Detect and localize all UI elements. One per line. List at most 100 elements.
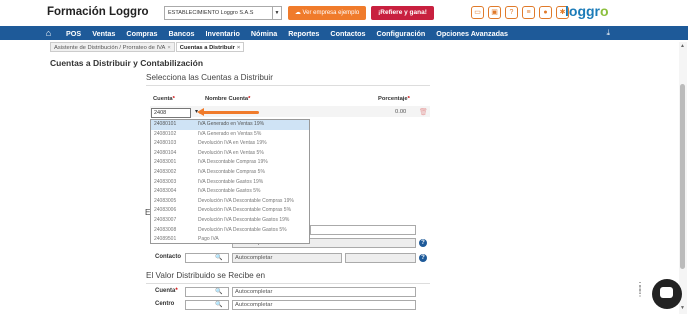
option-code: 24083005 [154, 197, 177, 204]
option-code: 24080101 [154, 121, 177, 127]
chat-icon[interactable]: ▭ [471, 6, 484, 19]
nav-item-inventario[interactable]: Inventario [206, 29, 240, 38]
option-name: Devolución IVA Descontable Gastos 19% [198, 216, 290, 223]
nav-item-pos[interactable]: POS [66, 29, 81, 38]
nav-item-ventas[interactable]: Ventas [92, 29, 115, 38]
column-header-cuenta: Cuenta* [153, 96, 175, 102]
centro-autocomplete-field[interactable]: Autocompletar [232, 300, 416, 310]
help-icon[interactable]: ? [419, 254, 427, 262]
list-item[interactable]: 24083007 Devolución IVA Descontable Gasto… [151, 216, 309, 226]
nav-item-configuracion[interactable]: Configuración [377, 29, 426, 38]
nav-item-compras[interactable]: Compras [126, 29, 157, 38]
search-icon[interactable]: 🔍 [215, 301, 222, 308]
option-name: IVA Descontable Compras 19% [198, 159, 268, 166]
option-code: 24083007 [154, 216, 177, 223]
nav-item-nomina[interactable]: Nómina [251, 29, 277, 38]
close-icon[interactable]: × [167, 45, 170, 51]
home-icon[interactable]: ⌂ [42, 28, 55, 38]
image-icon[interactable]: ▣ [488, 6, 501, 19]
example-company-button-label: Ver empresa ejemplo [302, 10, 360, 16]
option-name: Pago IVA [198, 236, 219, 243]
section-title-select-accounts: Selecciona las Cuentas a Distribuir [146, 73, 273, 82]
app-title: Formación Loggro [47, 6, 149, 18]
clipboard-icon[interactable]: ≡ [522, 6, 535, 19]
help-icon[interactable]: ? [505, 6, 518, 19]
list-item[interactable]: 24080101 IVA Generado en Ventas 19% [151, 120, 309, 130]
option-code: 24083004 [154, 188, 177, 195]
search-icon[interactable]: 🔍 [215, 288, 222, 295]
annotation-arrow [199, 111, 259, 114]
user-icon[interactable]: ● [539, 6, 552, 19]
tab-bar: Asistente de Distribución / Prorrateo de… [50, 42, 245, 52]
divider [146, 283, 430, 284]
list-item[interactable]: 24080104 Devolución IVA en Ventas 5% [151, 149, 309, 159]
list-item[interactable]: 24083008 Devolución IVA Descontable Gasto… [151, 226, 309, 236]
option-name: Devolución IVA en Ventas 19% [198, 140, 267, 147]
tab-asistente[interactable]: Asistente de Distribución / Prorrateo de… [50, 42, 175, 52]
example-company-button[interactable]: ☁ Ver empresa ejemplo [288, 6, 366, 20]
required-mark: * [175, 288, 178, 294]
option-code: 24083008 [154, 226, 177, 233]
option-code: 24080104 [154, 149, 177, 156]
field-row1-extra[interactable] [310, 225, 416, 235]
nav-item-reportes[interactable]: Reportes [288, 29, 319, 38]
option-name: IVA Descontable Gastos 5% [198, 188, 261, 195]
nav-item-opciones-avanzadas[interactable]: Opciones Avanzadas [436, 29, 508, 38]
option-name: Devolución IVA en Ventas 5% [198, 149, 264, 156]
grip-icon[interactable]: ⋮ ⋮ ⋮ [636, 282, 644, 298]
nav-item-bancos[interactable]: Bancos [169, 29, 195, 38]
option-code: 24083002 [154, 168, 177, 175]
contacto-label: Contacto [155, 254, 181, 260]
list-item[interactable]: 24089501 Pago IVA [151, 235, 309, 243]
cuenta-autocomplete-field[interactable]: Autocompletar [232, 287, 416, 297]
chat-bubble-icon[interactable] [652, 279, 682, 309]
option-code: 24080103 [154, 140, 177, 147]
close-icon[interactable]: × [237, 45, 240, 51]
company-select[interactable]: ESTABLECIMIENTO Loggro S.A.S ▼ [164, 6, 282, 20]
list-item[interactable]: 24083006 Devolución IVA Descontable Compr… [151, 206, 309, 216]
help-icon[interactable]: ? [419, 239, 427, 247]
required-mark: * [248, 96, 251, 102]
centro-label: Centro [155, 301, 175, 307]
porcentaje-value: 0.00 [395, 109, 407, 115]
tab-cuentas-distribuir-label: Cuentas a Distribuir [179, 45, 235, 51]
list-item[interactable]: 24083005 Devolución IVA Descontable Compr… [151, 197, 309, 207]
account-dropdown-list[interactable]: 24080101 IVA Generado en Ventas 19% 24080… [150, 119, 310, 244]
list-item[interactable]: 24083003 IVA Descontable Gastos 19% [151, 178, 309, 188]
loggro-logo: loggro [565, 3, 609, 19]
contacto-autocomplete-field[interactable]: Autocompletar [232, 253, 342, 263]
trash-icon[interactable]: 🗑 [419, 108, 428, 116]
section-title-valor-distribuido: El Valor Distribuido se Recibe en [146, 271, 266, 280]
cuenta-input[interactable]: 2408 [151, 108, 191, 118]
search-icon[interactable]: 🔍 [215, 254, 222, 261]
contacto-extra-field[interactable] [345, 253, 416, 263]
chevron-down-icon[interactable]: ▼ [272, 7, 281, 19]
nav-item-contactos[interactable]: Contactos [330, 29, 365, 38]
list-item[interactable]: 24083004 IVA Descontable Gastos 5% [151, 187, 309, 197]
tab-cuentas-distribuir[interactable]: Cuentas a Distribuir × [175, 42, 245, 52]
option-code: 24083006 [154, 207, 177, 214]
tab-asistente-label: Asistente de Distribución / Prorrateo de… [54, 45, 166, 51]
scroll-down-icon[interactable]: ▼ [680, 305, 685, 311]
main-nav: ⌂ POS Ventas Compras Bancos Inventario N… [0, 26, 688, 40]
refer-button[interactable]: ¡Refiere y gana! [371, 6, 434, 20]
cuenta-label-text: Cuenta [155, 288, 176, 294]
list-item[interactable]: 24080103 Devolución IVA en Ventas 19% [151, 139, 309, 149]
scrollbar-thumb[interactable] [680, 84, 685, 269]
option-name: IVA Generado en Ventas 5% [198, 130, 262, 137]
list-item[interactable]: 24083002 IVA Descontable Compras 5% [151, 168, 309, 178]
scroll-up-icon[interactable]: ▲ [680, 43, 685, 49]
top-bar: Formación Loggro ESTABLECIMIENTO Loggro … [0, 0, 688, 26]
list-item[interactable]: 24083001 IVA Descontable Compras 19% [151, 158, 309, 168]
column-header-nombre-label: Nombre Cuenta [205, 96, 249, 102]
required-mark: * [407, 96, 410, 102]
top-icons: ▭ ▣ ? ≡ ● ✱ [471, 6, 569, 19]
list-item[interactable]: 24080102 IVA Generado en Ventas 5% [151, 130, 309, 140]
option-code: 24083001 [154, 159, 177, 166]
download-icon[interactable]: ⤓ [606, 28, 610, 38]
option-code: 24083003 [154, 178, 177, 185]
page-title: Cuentas a Distribuir y Contabilización [50, 58, 204, 68]
option-name: Devolución IVA Descontable Compras 19% [198, 197, 294, 204]
required-mark: * [172, 96, 175, 102]
column-header-porcentaje: Porcentaje* [378, 96, 410, 102]
